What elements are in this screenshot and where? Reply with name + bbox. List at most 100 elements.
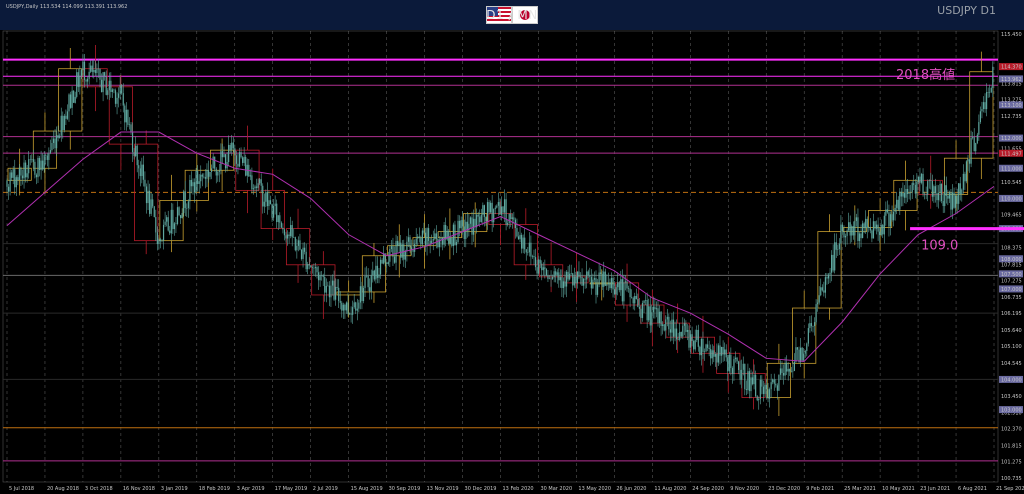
candle-body-206 — [325, 285, 327, 293]
candle-body-408 — [638, 307, 640, 309]
candle-body-309 — [485, 216, 487, 222]
candle-body-401 — [627, 288, 630, 290]
candle-body-566 — [883, 215, 885, 235]
candle-body-630 — [982, 102, 985, 109]
candle-body-111 — [178, 207, 180, 216]
candle-body-407 — [637, 299, 639, 308]
price-chart[interactable]: 115.450113.815113.275112.735111.655110.5… — [0, 0, 1024, 494]
candle-body-226 — [356, 308, 358, 311]
candle-body-110 — [176, 207, 179, 224]
y-tick-label-10: 107.815 — [1001, 262, 1022, 268]
candle-body-426 — [666, 316, 668, 320]
candle-body-406 — [635, 295, 637, 300]
candle-body-471 — [736, 357, 738, 362]
candle-body-35 — [60, 115, 62, 136]
candle-body-368 — [576, 271, 578, 284]
candle-body-490 — [765, 384, 768, 390]
candle-body-340 — [533, 256, 535, 258]
candle-body-41 — [69, 94, 72, 108]
y-tick-label-21: 101.815 — [1001, 443, 1022, 449]
candle-body-5 — [14, 169, 16, 188]
candle-body-178 — [282, 227, 284, 230]
candle-body-228 — [359, 286, 361, 303]
candle-body-212 — [335, 286, 337, 300]
candle-body-635 — [990, 87, 992, 93]
candle-body-213 — [336, 286, 338, 288]
candle-body-366 — [573, 276, 575, 286]
candle-body-150 — [238, 152, 241, 167]
price-flag-label-5: 111.000 — [1001, 166, 1022, 172]
candle-body-147 — [234, 148, 236, 156]
candle-body-70 — [114, 90, 117, 104]
candle-body-405 — [634, 295, 636, 304]
candle-body-527 — [823, 290, 825, 293]
candle-body-518 — [809, 323, 811, 329]
candle-body-227 — [358, 302, 360, 309]
candle-body-50 — [83, 61, 86, 80]
candle-body-326 — [511, 217, 513, 220]
candle-body-429 — [671, 319, 673, 333]
candle-body-133 — [212, 156, 214, 169]
candle-body-123 — [197, 171, 199, 185]
candle-body-502 — [784, 362, 786, 376]
y-tick-label-15: 105.100 — [1001, 344, 1022, 350]
candle-body-100 — [161, 240, 163, 242]
candle-body-457 — [714, 353, 716, 357]
candle-body-79 — [128, 124, 131, 126]
candle-body-283 — [445, 224, 447, 240]
candle-body-72 — [118, 93, 120, 98]
candle-body-75 — [122, 93, 124, 106]
candle-body-609 — [950, 192, 952, 210]
candle-body-447 — [699, 346, 701, 356]
candle-body-498 — [778, 374, 780, 391]
candle-body-462 — [722, 346, 724, 355]
y-tick-label-11: 107.275 — [1001, 279, 1022, 285]
candle-body-478 — [747, 371, 749, 391]
candle-body-336 — [527, 252, 529, 253]
candle-body-6 — [15, 177, 17, 188]
candle-body-396 — [620, 279, 622, 291]
candle-body-91 — [147, 190, 149, 204]
price-flag-label-8: 108.000 — [1001, 257, 1022, 263]
price-flag-label-2: 113.100 — [1001, 103, 1022, 109]
candle-body-31 — [54, 138, 56, 149]
candle-body-47 — [79, 75, 81, 88]
candle-body-77 — [125, 109, 127, 123]
candle-body-485 — [758, 399, 760, 401]
candle-body-532 — [831, 254, 833, 273]
candle-body-327 — [513, 217, 515, 220]
candle-body-461 — [720, 346, 723, 356]
candle-body-237 — [373, 270, 375, 280]
candle-body-311 — [488, 202, 490, 213]
candle-body-17 — [32, 159, 34, 162]
candle-body-356 — [558, 272, 560, 281]
price-flag-label-6: 110.000 — [1001, 196, 1022, 202]
candle-body-404 — [632, 297, 634, 304]
candle-body-561 — [875, 224, 878, 229]
x-tick-label-17: 11 Aug 2020 — [654, 486, 686, 492]
candle-body-19 — [35, 174, 38, 178]
candle-body-597 — [931, 180, 933, 197]
y-tick-label-12: 106.735 — [1001, 295, 1022, 301]
candle-body-268 — [421, 230, 423, 245]
candle-body-521 — [813, 322, 816, 327]
candle-body-376 — [589, 275, 591, 277]
candle-body-430 — [672, 319, 675, 337]
candle-body-374 — [586, 271, 588, 280]
candle-body-272 — [428, 228, 430, 241]
x-tick-label-11: 13 Nov 2019 — [427, 486, 459, 492]
candle-body-530 — [827, 274, 830, 279]
candle-body-578 — [902, 192, 904, 197]
candle-body-290 — [455, 242, 458, 246]
candle-body-582 — [908, 192, 910, 195]
candle-body-359 — [562, 281, 565, 288]
x-tick-label-13: 13 Feb 2020 — [503, 486, 534, 492]
candle-body-440 — [688, 330, 690, 348]
candle-body-232 — [366, 275, 368, 277]
candle-body-211 — [333, 280, 335, 300]
candle-body-141 — [224, 154, 227, 169]
candle-body-154 — [245, 156, 247, 176]
candle-body-166 — [263, 201, 265, 207]
candle-body-4 — [12, 169, 14, 178]
candle-body-171 — [271, 203, 273, 218]
